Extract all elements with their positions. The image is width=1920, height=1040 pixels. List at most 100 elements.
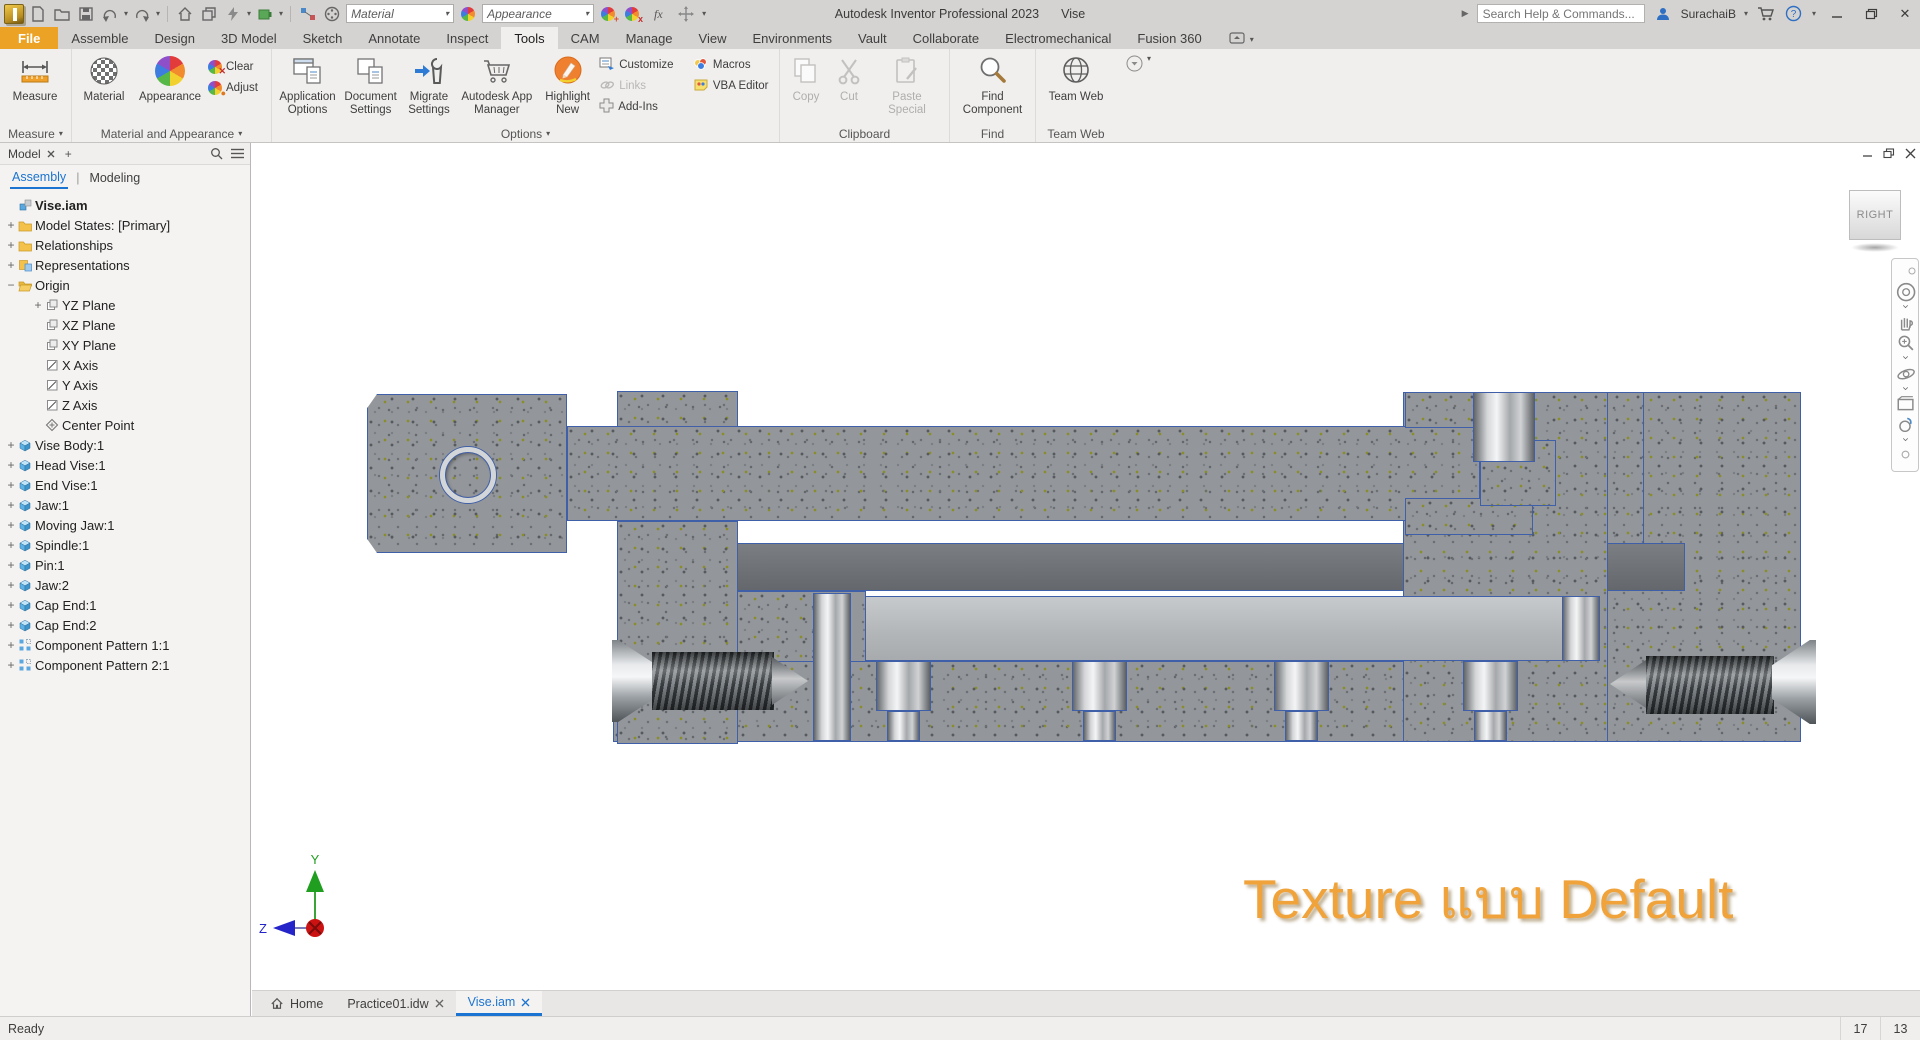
browser-search-icon[interactable] <box>210 147 223 160</box>
tree-item-end-vise-1[interactable]: + End Vise:1 <box>0 475 250 495</box>
subtab-assembly[interactable]: Assembly <box>10 167 68 189</box>
customize-button[interactable]: Customize <box>599 56 691 74</box>
move-icon[interactable] <box>676 4 696 24</box>
material-button[interactable]: Material <box>76 52 132 104</box>
expander-plus-icon[interactable]: + <box>4 558 18 572</box>
autodesk-app-manager-button[interactable]: Autodesk App Manager <box>458 52 536 117</box>
browser-tab-model[interactable]: Model <box>4 147 59 161</box>
doc-tab-practice01-idw[interactable]: Practice01.idw <box>335 991 455 1016</box>
tree-item-x-axis[interactable]: X Axis <box>0 355 250 375</box>
tree-item-pin-1[interactable]: + Pin:1 <box>0 555 250 575</box>
tree-item-jaw-2[interactable]: + Jaw:2 <box>0 575 250 595</box>
expander-plus-icon[interactable]: + <box>4 538 18 552</box>
panel-label-material-appearance[interactable]: Material and Appearance▾ <box>72 125 271 142</box>
ribbon-tab-fusion-360[interactable]: Fusion 360 <box>1124 27 1214 49</box>
ribbon-tab-assemble[interactable]: Assemble <box>58 27 141 49</box>
film-icon[interactable] <box>322 4 342 24</box>
chevron-down-icon[interactable]: ▾ <box>124 10 128 18</box>
guide-bushing-stem[interactable] <box>1474 711 1507 741</box>
expander-plus-icon[interactable]: + <box>31 298 45 312</box>
expander-plus-icon[interactable]: + <box>4 518 18 532</box>
navbar-customize-icon[interactable] <box>1901 446 1910 464</box>
undo-icon[interactable] <box>100 4 120 24</box>
panel-label-measure[interactable]: Measure▾ <box>0 125 71 142</box>
navbar-close-icon[interactable] <box>1908 262 1916 280</box>
panel-label-find[interactable]: Find <box>950 125 1035 142</box>
chevron-down-icon[interactable]: ▾ <box>279 10 283 18</box>
new-file-icon[interactable] <box>28 4 48 24</box>
ribbon-tab-tools[interactable]: Tools <box>501 27 557 49</box>
chevron-down-icon[interactable]: ▾ <box>702 10 706 18</box>
moving-jaw-plate[interactable] <box>865 596 1563 661</box>
tree-item-center-point[interactable]: Center Point <box>0 415 250 435</box>
lightning-icon[interactable] <box>223 4 243 24</box>
tree-item-head-vise-1[interactable]: + Head Vise:1 <box>0 455 250 475</box>
material-wheel-icon[interactable] <box>458 4 478 24</box>
tree-item-xz-plane[interactable]: XZ Plane <box>0 315 250 335</box>
vertical-cap-screw[interactable] <box>1473 392 1535 462</box>
expander-plus-icon[interactable]: + <box>4 638 18 652</box>
guide-bushing[interactable] <box>876 661 931 711</box>
ribbon-tab-design[interactable]: Design <box>141 27 207 49</box>
chevron-down-icon[interactable] <box>1893 302 1917 311</box>
tree-item-moving-jaw-1[interactable]: + Moving Jaw:1 <box>0 515 250 535</box>
find-component-button[interactable]: Find Component <box>955 52 1031 117</box>
panel-label-clipboard[interactable]: Clipboard <box>780 125 949 142</box>
tree-item-cap-end-1[interactable]: + Cap End:1 <box>0 595 250 615</box>
battery-icon[interactable] <box>255 4 275 24</box>
jaw-dark-segment[interactable] <box>1607 543 1685 591</box>
chrome-pin[interactable] <box>813 593 851 741</box>
expander-plus-icon[interactable]: + <box>4 658 18 672</box>
tree-item-y-axis[interactable]: Y Axis <box>0 375 250 395</box>
guide-bushing[interactable] <box>1463 661 1518 711</box>
plate-end-cap[interactable] <box>1562 596 1600 661</box>
fx-icon[interactable]: fx <box>650 4 670 24</box>
ribbon-tab-view[interactable]: View <box>686 27 740 49</box>
tree-item-xy-plane[interactable]: XY Plane <box>0 335 250 355</box>
help-icon[interactable]: ? <box>1784 4 1804 24</box>
adjust-button[interactable]: ● Adjust <box>208 79 258 97</box>
flat-head-screw-right-shank[interactable] <box>1646 656 1774 714</box>
tree-item-yz-plane[interactable]: + YZ Plane <box>0 295 250 315</box>
head-vise-flange[interactable] <box>617 391 738 428</box>
document-settings-button[interactable]: Document Settings <box>341 52 400 117</box>
expander-plus-icon[interactable]: + <box>4 478 18 492</box>
ribbon-tab-cam[interactable]: CAM <box>558 27 613 49</box>
tree-item-vise-body-1[interactable]: + Vise Body:1 <box>0 435 250 455</box>
migrate-settings-button[interactable]: Migrate Settings <box>402 52 455 117</box>
panel-overflow-icon[interactable] <box>1126 55 1143 77</box>
store-cart-icon[interactable] <box>1756 4 1776 24</box>
panel-label-team-web[interactable]: Team Web <box>1036 125 1116 142</box>
signed-in-user[interactable]: SurachaiB <box>1681 7 1736 21</box>
viewcube[interactable]: RIGHT <box>1849 190 1901 240</box>
close-icon[interactable] <box>435 999 444 1008</box>
chevron-down-icon[interactable] <box>1893 384 1917 393</box>
tree-item-component-pattern-2-1[interactable]: + Component Pattern 2:1 <box>0 655 250 675</box>
chevron-down-icon[interactable]: ▾ <box>1250 36 1254 44</box>
measure-button[interactable]: Measure <box>4 52 66 104</box>
subtab-modeling[interactable]: Modeling <box>87 168 142 188</box>
clear-button[interactable]: ✕ Clear <box>208 58 258 76</box>
handle-hole[interactable] <box>440 447 496 503</box>
guide-bushing[interactable] <box>1072 661 1127 711</box>
expander-plus-icon[interactable]: + <box>4 598 18 612</box>
team-web-button[interactable]: Team Web <box>1042 52 1110 104</box>
ribbon-tab-electromechanical[interactable]: Electromechanical <box>992 27 1124 49</box>
doc-minimize-icon[interactable] <box>1862 146 1873 164</box>
look-at-icon[interactable] <box>1893 395 1917 413</box>
chevron-down-icon[interactable] <box>1893 435 1917 444</box>
tree-item-z-axis[interactable]: Z Axis <box>0 395 250 415</box>
restore-button[interactable] <box>1858 3 1884 25</box>
appearance-combobox[interactable]: Appearance ▾ <box>482 4 594 23</box>
pan-hand-icon[interactable] <box>1893 313 1917 331</box>
orbit-icon[interactable] <box>1893 364 1917 382</box>
view-face-icon[interactable] <box>1893 415 1917 433</box>
ribbon-tab-inspect[interactable]: Inspect <box>433 27 501 49</box>
navigation-wheel-icon[interactable] <box>1893 282 1917 300</box>
guide-bushing-stem[interactable] <box>887 711 920 741</box>
jaw-dark-bar[interactable] <box>737 543 1404 591</box>
ribbon-tab-3d-model[interactable]: 3D Model <box>208 27 290 49</box>
tree-item-jaw-1[interactable]: + Jaw:1 <box>0 495 250 515</box>
tree-item-model-states-primary[interactable]: + Model States: [Primary] <box>0 215 250 235</box>
ribbon-tab-manage[interactable]: Manage <box>613 27 686 49</box>
